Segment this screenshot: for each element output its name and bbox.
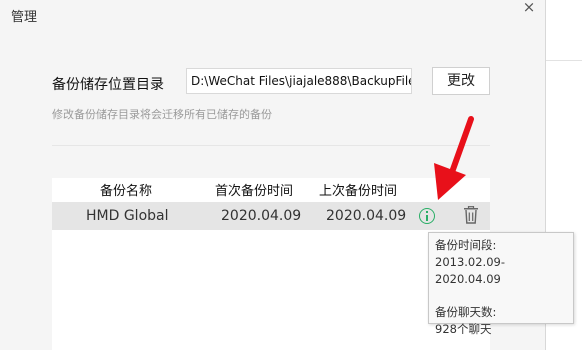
close-icon[interactable]: × [522,0,536,16]
dialog-title: 管理 [11,10,38,25]
backup-info-tooltip: 备份时间段: 2013.02.09-2020.04.09 备份聊天数: 928个… [428,232,574,336]
backup-path-label: 备份储存位置目录 [52,77,164,93]
row-first-backup-time: 2020.04.09 [221,208,302,224]
row-backup-name: HMD Global [86,208,169,224]
backup-path-field[interactable]: D:\WeChat Files\jiajale888\BackupFiles [186,68,412,94]
info-icon[interactable] [419,208,435,224]
tooltip-period-label: 备份时间段: [435,238,497,252]
header-first-backup-time: 首次备份时间 [215,184,294,199]
path-hint: 修改备份储存目录将会迁移所有已储存的备份 [52,108,272,121]
header-last-backup-time: 上次备份时间 [319,184,398,199]
trash-icon[interactable] [463,206,479,224]
header-backup-name: 备份名称 [100,184,153,199]
tooltip-period-value: 2013.02.09-2020.04.09 [435,255,505,286]
divider [52,145,490,146]
tooltip-count-value: 928个聊天 [435,322,492,336]
change-path-button[interactable]: 更改 [432,67,490,95]
row-last-backup-time: 2020.04.09 [326,208,407,224]
tooltip-count-label: 备份聊天数: [435,305,497,319]
